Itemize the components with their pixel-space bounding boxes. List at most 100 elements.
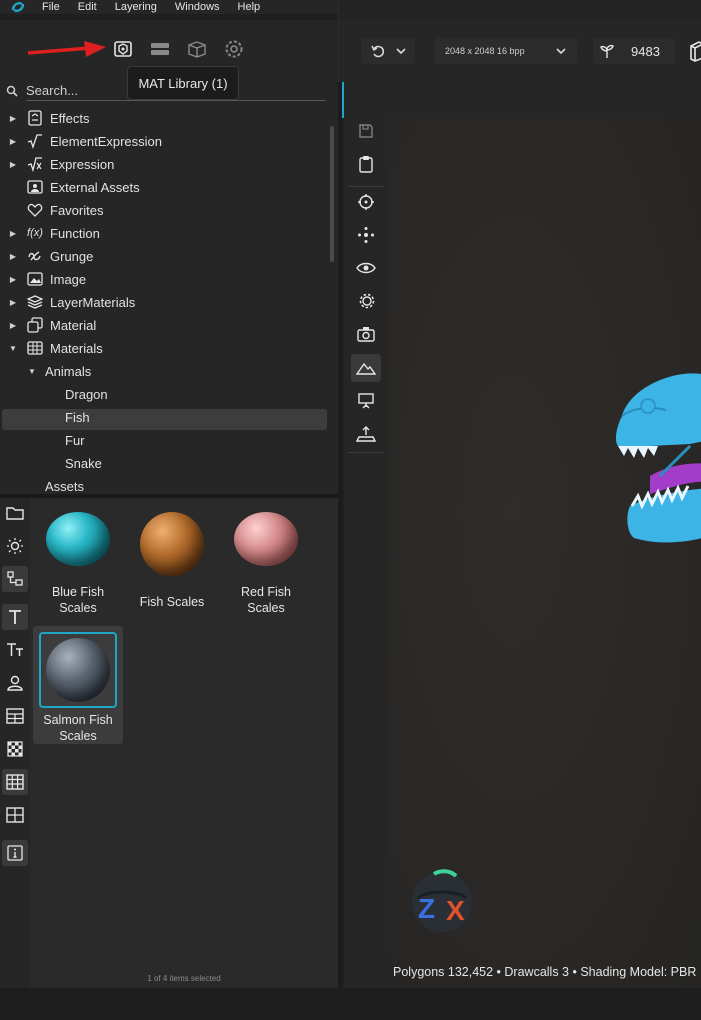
tree-item-animals[interactable]: ▼ Animals: [27, 360, 91, 382]
tree-item-layermaterials[interactable]: ▶ LayerMaterials: [8, 291, 135, 313]
menu-layering[interactable]: Layering: [115, 1, 157, 13]
material-card-blue-fish-scales[interactable]: Blue Fish Scales: [33, 498, 123, 616]
tree-item-effects[interactable]: ▶ Effects: [8, 107, 90, 129]
cube-icon[interactable]: [689, 40, 701, 62]
caret-down-icon[interactable]: ▼: [27, 366, 37, 376]
sqrt-icon: [26, 133, 44, 149]
separator: [348, 186, 384, 187]
tree-item-label: ElementExpression: [50, 133, 162, 149]
camera-icon[interactable]: [351, 320, 381, 348]
tree-item-image[interactable]: ▶ Image: [8, 268, 86, 290]
tree-item-label: Assets: [45, 478, 85, 494]
package-icon[interactable]: [186, 39, 208, 59]
tree-item-elementexpression[interactable]: ▶ ElementExpression: [8, 130, 162, 152]
tree-item-label: Function: [50, 225, 100, 241]
caret-right-icon[interactable]: ▶: [8, 297, 18, 307]
caret-down-icon[interactable]: ▼: [8, 343, 18, 353]
tree-item-expression[interactable]: ▶ Expression: [8, 153, 114, 175]
search-icon: [6, 85, 18, 97]
tree-item-function[interactable]: ▶ f(x) Function: [8, 222, 100, 244]
text-icon[interactable]: [2, 604, 28, 630]
checker-icon[interactable]: [2, 736, 28, 762]
effects-icon: [26, 110, 44, 126]
seed-field[interactable]: 9483: [593, 38, 675, 64]
render-settings-icon[interactable]: [351, 287, 381, 315]
tree-item-material[interactable]: ▶ Material: [8, 314, 96, 336]
table-icon[interactable]: [2, 703, 28, 729]
tree-item-label: Fur: [65, 432, 85, 448]
hierarchy-icon[interactable]: [2, 566, 28, 592]
tree-item-fish[interactable]: Fish: [65, 406, 90, 428]
caret-right-icon[interactable]: ▶: [8, 113, 18, 123]
tree-item-label: Dragon: [65, 386, 108, 402]
sprout-icon: [600, 44, 614, 58]
grid-4-icon[interactable]: [2, 802, 28, 828]
terrain-icon[interactable]: [351, 354, 381, 382]
top-strip: [338, 0, 701, 20]
caret-right-icon[interactable]: ▶: [8, 159, 18, 169]
tree-scrollbar[interactable]: [330, 126, 334, 262]
mat-library-icon[interactable]: [112, 39, 134, 59]
caret-right-icon[interactable]: ▶: [8, 274, 18, 284]
chevron-down-icon[interactable]: [395, 45, 407, 57]
caret-right-icon[interactable]: ▶: [8, 320, 18, 330]
folder-icon[interactable]: [2, 500, 28, 526]
menu-file[interactable]: File: [42, 1, 60, 13]
tree-item-snake[interactable]: Snake: [65, 452, 102, 474]
caret-right-icon[interactable]: ▶: [8, 251, 18, 261]
undo-icon[interactable]: [370, 43, 386, 59]
tree-item-label: Expression: [50, 156, 115, 172]
undo-control[interactable]: [361, 38, 415, 64]
tree-item-label: Fish: [65, 409, 90, 425]
save-icon[interactable]: [351, 117, 381, 145]
separator: [348, 452, 384, 453]
menu-windows[interactable]: Windows: [175, 1, 220, 13]
function-icon: f(x): [27, 227, 43, 239]
materials-icon: [26, 340, 44, 356]
ground-plane-icon[interactable]: [351, 420, 381, 448]
menu-edit[interactable]: Edit: [78, 1, 97, 13]
tooltip: MAT Library (1): [127, 66, 239, 100]
caret-right-icon[interactable]: ▶: [8, 228, 18, 238]
material-selection-frame: [39, 632, 117, 708]
zx-gizmo-icon[interactable]: Z X: [410, 868, 474, 938]
grid-icon[interactable]: [2, 769, 28, 795]
presentation-icon[interactable]: [351, 387, 381, 415]
red-arrow-annotation: [28, 41, 106, 57]
panel-splitter[interactable]: [338, 82, 342, 988]
tree-item-materials[interactable]: ▼ Materials: [8, 337, 103, 359]
image-icon: [26, 271, 44, 287]
tree-item-fur[interactable]: Fur: [65, 429, 85, 451]
tree-selection-highlight: [2, 409, 327, 430]
text-size-icon[interactable]: [2, 637, 28, 663]
settings-icon[interactable]: [223, 39, 245, 59]
clipboard-icon[interactable]: [351, 150, 381, 178]
eye-icon[interactable]: [351, 254, 381, 282]
material-preview: [140, 512, 204, 576]
tree-item-dragon[interactable]: Dragon: [65, 383, 108, 405]
info-icon[interactable]: [2, 840, 28, 866]
resolution-select[interactable]: 2048 x 2048 16 bpp: [435, 38, 577, 64]
tree-item-assets[interactable]: Assets: [45, 475, 84, 494]
tree-item-label: Snake: [65, 455, 102, 471]
crosshair-icon[interactable]: [351, 188, 381, 216]
menu-help[interactable]: Help: [238, 1, 261, 13]
material-card-fish-scales[interactable]: Fish Scales: [127, 498, 217, 616]
material-name: Salmon Fish Scales: [43, 713, 113, 743]
caret-right-icon[interactable]: ▶: [8, 136, 18, 146]
material-name: Blue Fish Scales: [51, 585, 105, 615]
material-preview: [234, 512, 298, 566]
tree-item-grunge[interactable]: ▶ Grunge: [8, 245, 93, 267]
user-icon[interactable]: [2, 670, 28, 696]
viewport-header: [344, 82, 701, 118]
tree-item-label: Grunge: [50, 248, 94, 264]
move-pivot-icon[interactable]: [351, 221, 381, 249]
light-icon[interactable]: [2, 533, 28, 559]
material-card-red-fish-scales[interactable]: Red Fish Scales: [221, 498, 311, 616]
app-logo-icon: [8, 0, 28, 14]
layers-icon[interactable]: [149, 39, 171, 59]
tree-item-external-assets[interactable]: External Assets: [26, 176, 140, 198]
tree-item-favorites[interactable]: Favorites: [26, 199, 103, 221]
material-card-salmon-fish-scales[interactable]: Salmon Fish Scales: [33, 626, 123, 744]
3d-viewport[interactable]: Z X: [388, 118, 701, 988]
